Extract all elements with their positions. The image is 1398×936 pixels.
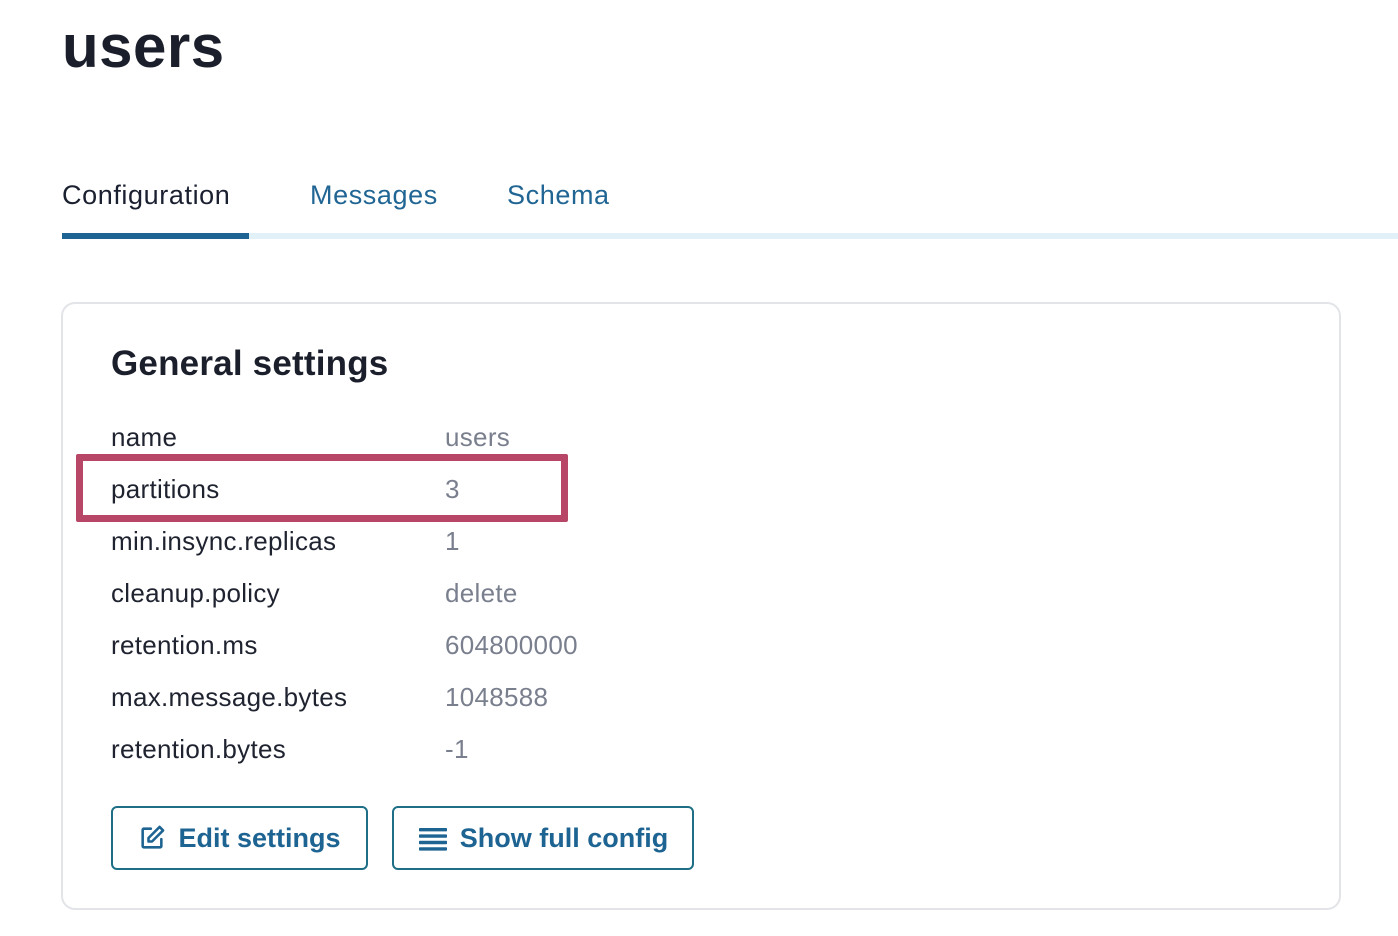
card-title: General settings — [111, 344, 389, 383]
setting-row-retention-bytes: retention.bytes -1 — [111, 730, 811, 782]
tab-track — [62, 233, 1398, 239]
setting-value: delete — [445, 578, 518, 608]
show-full-config-label: Show full config — [459, 822, 669, 853]
tab-messages[interactable]: Messages — [310, 180, 438, 211]
edit-settings-button[interactable]: Edit settings — [111, 806, 368, 870]
tab-bar: Configuration Messages Schema — [62, 170, 1398, 240]
setting-key: name — [111, 422, 178, 452]
setting-value: 604800000 — [445, 630, 578, 660]
setting-value: 1 — [445, 526, 460, 556]
setting-row-min-insync-replicas: min.insync.replicas 1 — [111, 522, 811, 574]
active-tab-indicator — [62, 233, 249, 239]
tab-schema[interactable]: Schema — [507, 180, 610, 211]
setting-key: retention.bytes — [111, 734, 287, 764]
show-full-config-button[interactable]: Show full config — [392, 806, 694, 870]
tab-configuration[interactable]: Configuration — [62, 180, 230, 211]
setting-key: max.message.bytes — [111, 682, 348, 712]
setting-value: -1 — [445, 734, 469, 764]
setting-row-retention-ms: retention.ms 604800000 — [111, 626, 811, 678]
setting-key: partitions — [111, 474, 220, 504]
setting-key: cleanup.policy — [111, 578, 280, 608]
settings-list: name users partitions 3 min.insync.repli… — [111, 418, 811, 782]
list-icon — [418, 825, 448, 851]
edit-icon — [138, 824, 166, 852]
setting-key: retention.ms — [111, 630, 258, 660]
setting-value: users — [445, 422, 511, 452]
general-settings-card: General settings name users partitions 3… — [61, 302, 1341, 910]
page-title: users — [62, 13, 225, 80]
setting-value: 3 — [445, 474, 460, 504]
edit-settings-label: Edit settings — [178, 822, 341, 853]
setting-row-name: name users — [111, 418, 811, 470]
setting-key: min.insync.replicas — [111, 526, 337, 556]
setting-value: 1048588 — [445, 682, 549, 712]
setting-row-max-message-bytes: max.message.bytes 1048588 — [111, 678, 811, 730]
setting-row-cleanup-policy: cleanup.policy delete — [111, 574, 811, 626]
setting-row-partitions: partitions 3 — [111, 470, 811, 522]
